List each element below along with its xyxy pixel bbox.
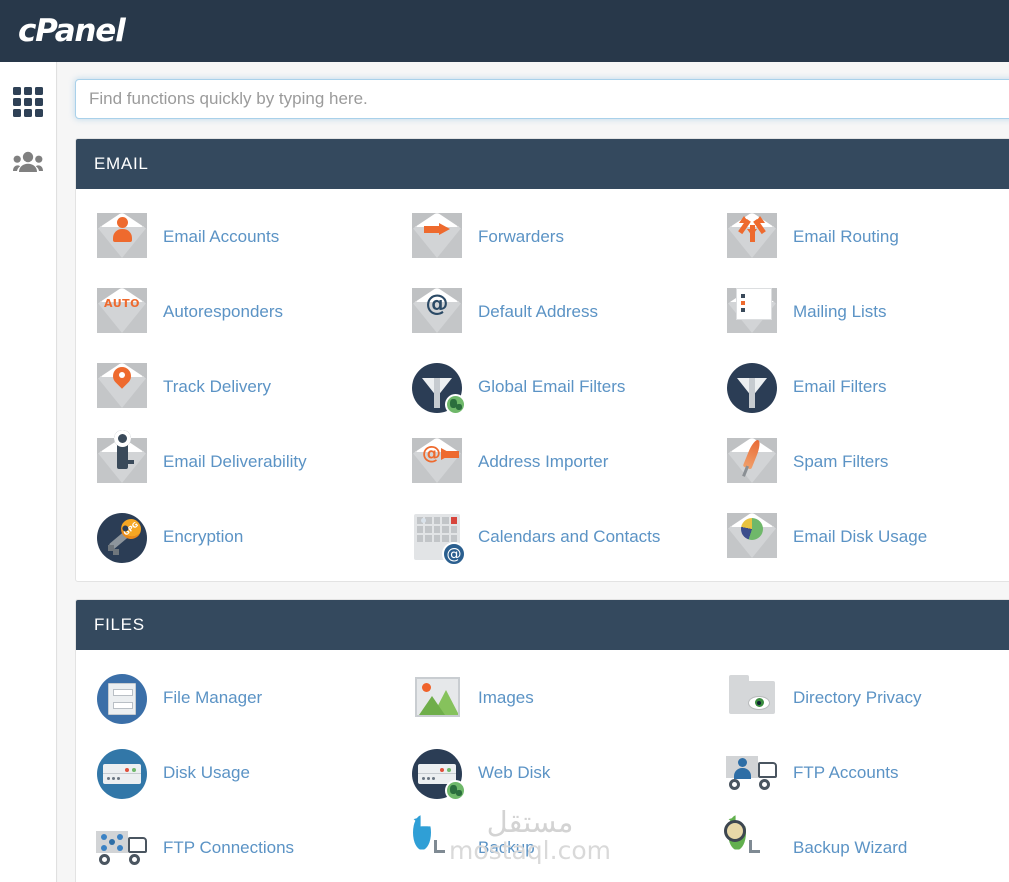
tile-label: Email Filters [793,376,887,396]
tile-file-manager[interactable]: File Manager [76,660,391,735]
tile-forwarders[interactable]: Forwarders [391,199,706,274]
tile-email-deliverability[interactable]: Email Deliverability [76,424,391,499]
users-icon [13,151,43,172]
tile-label: Default Address [478,301,599,321]
tile-spam-filters[interactable]: Spam Filters [706,424,1009,499]
tile-address-importer[interactable]: @ Address Importer [391,424,706,499]
tile-label: Calendars and Contacts [478,526,661,546]
server-globe-icon [408,744,466,802]
gpg-key-icon: GPG [93,508,151,566]
search-input[interactable] [75,79,1009,119]
sidebar-item-apps-grid[interactable] [0,75,56,129]
tile-label: FTP Connections [163,837,295,857]
left-sidebar [0,62,57,882]
tile-disk-usage[interactable]: Disk Usage [76,735,391,810]
tile-email-disk-usage[interactable]: Email Disk Usage [706,499,1009,574]
tile-label: Address Importer [478,451,609,471]
tile-label: Autoresponders [163,301,284,321]
tile-ftp-connections[interactable]: FTP Connections [76,810,391,882]
tile-backup[interactable]: Backup [391,810,706,882]
section-email: EMAIL Email Accounts Forwarders Email Ro… [75,138,1009,582]
tile-label: Email Deliverability [163,451,307,471]
envelope-person-icon [93,208,151,266]
tile-label: Backup [478,837,535,857]
tile-mailing-lists[interactable]: Mailing Lists [706,274,1009,349]
tile-label: Disk Usage [163,762,250,782]
tile-label: Images [478,687,534,707]
tile-directory-privacy[interactable]: Directory Privacy [706,660,1009,735]
sidebar-item-user-manager[interactable] [0,135,56,189]
calendar-at-icon: @ [408,508,466,566]
envelope-arrow-icon [408,208,466,266]
tile-default-address[interactable]: @ Default Address [391,274,706,349]
tile-label: Forwarders [478,226,564,246]
backup-wizard-icon [723,814,781,877]
section-email-grid: Email Accounts Forwarders Email Routing … [76,189,1009,582]
tile-backup-wizard[interactable]: Backup Wizard [706,810,1009,882]
funnel-globe-icon [408,358,466,416]
envelope-at-arrow-icon: @ [408,433,466,491]
tile-label: Global Email Filters [478,376,626,396]
server-pie-icon [93,744,151,802]
folder-eye-icon [723,669,781,727]
top-header: cPanel [0,0,1009,62]
file-cabinet-icon [93,669,151,727]
section-files: FILES File Manager Images Directory Priv… [75,599,1009,882]
tile-ftp-accounts[interactable]: FTP Accounts [706,735,1009,810]
envelope-routing-icon [723,208,781,266]
tile-label: Directory Privacy [793,687,922,707]
tile-email-accounts[interactable]: Email Accounts [76,199,391,274]
envelope-pin-icon [93,358,151,416]
tile-label: FTP Accounts [793,762,899,782]
section-header-email: EMAIL [76,139,1009,189]
picture-icon [408,669,466,727]
cpanel-logo[interactable]: cPanel [18,12,126,50]
tile-label: Backup Wizard [793,837,908,857]
envelope-pie-icon [723,508,781,566]
tile-email-filters[interactable]: Email Filters [706,349,1009,424]
tile-label: Encryption [163,526,244,546]
tile-label: Email Routing [793,226,899,246]
tile-label: File Manager [163,687,263,707]
envelope-feather-icon [723,433,781,491]
envelope-at-icon: @ [408,283,466,341]
tile-images[interactable]: Images [391,660,706,735]
envelope-auto-icon: AUTO [93,283,151,341]
tile-track-delivery[interactable]: Track Delivery [76,349,391,424]
tile-label: Spam Filters [793,451,889,471]
truck-person-icon [723,744,781,802]
section-files-grid: File Manager Images Directory Privacy Di… [76,650,1009,882]
tile-label: Track Delivery [163,376,271,396]
tile-web-disk[interactable]: Web Disk [391,735,706,810]
tile-email-routing[interactable]: Email Routing [706,199,1009,274]
search-bar [75,79,1009,119]
tile-encryption[interactable]: GPG Encryption [76,499,391,574]
section-header-files: FILES [76,600,1009,650]
main-content: EMAIL Email Accounts Forwarders [58,62,1009,882]
tile-label: Email Accounts [163,226,280,246]
tile-autoresponders[interactable]: AUTO Autoresponders [76,274,391,349]
tile-global-email-filters[interactable]: Global Email Filters [391,349,706,424]
tile-calendars-and-contacts[interactable]: @ Calendars and Contacts [391,499,706,574]
funnel-icon [723,358,781,416]
tile-label: Mailing Lists [793,301,887,321]
tile-label: Email Disk Usage [793,526,928,546]
envelope-list-icon [723,283,781,341]
envelope-key-icon [93,429,151,491]
grid-icon [13,87,43,117]
truck-nodes-icon [93,819,151,877]
tile-label: Web Disk [478,762,551,782]
backup-clock-icon [408,814,466,877]
